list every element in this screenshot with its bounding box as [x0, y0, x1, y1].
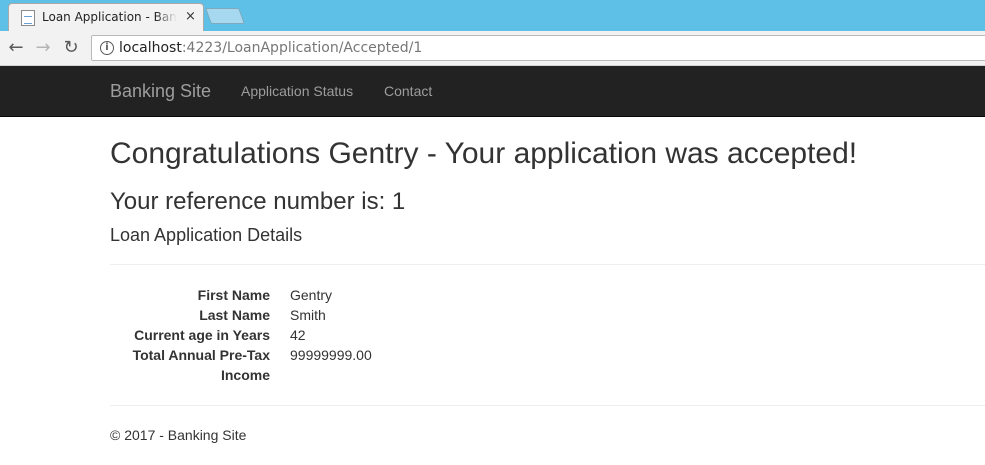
- detail-label: Total Annual Pre-Tax: [132, 347, 270, 363]
- browser-tab-strip: Loan Application - Banking Site ×: [0, 0, 985, 31]
- back-icon[interactable]: ←: [5, 37, 27, 59]
- detail-value: 99999999.00: [290, 347, 372, 363]
- url-host: localhost: [119, 40, 182, 56]
- nav-link-contact[interactable]: Contact: [384, 83, 432, 99]
- divider: [110, 264, 985, 265]
- brand-link[interactable]: Banking Site: [110, 81, 211, 102]
- tab-title: Loan Application - Banking Site: [42, 10, 177, 24]
- detail-value: Gentry: [290, 287, 333, 303]
- url-text: localhost:4223/LoanApplication/Accepted/…: [119, 40, 422, 56]
- detail-value: 42: [290, 327, 306, 343]
- detail-row: Last Name Smith: [110, 305, 510, 325]
- detail-label: Last Name: [199, 307, 270, 323]
- browser-toolbar: ← → ↻ i localhost:4223/LoanApplication/A…: [0, 31, 985, 66]
- reload-icon[interactable]: ↻: [60, 37, 82, 59]
- detail-label: First Name: [197, 287, 270, 303]
- details-title: Loan Application Details: [110, 225, 303, 245]
- footer-text: © 2017 - Banking Site: [110, 427, 247, 443]
- detail-label: Income: [220, 367, 270, 383]
- detail-row: First Name Gentry: [110, 285, 510, 305]
- page-favicon-icon: [21, 10, 35, 26]
- close-tab-icon[interactable]: ×: [185, 9, 196, 24]
- site-navbar: Banking Site Application Status Contact: [0, 66, 985, 117]
- address-bar[interactable]: i localhost:4223/LoanApplication/Accepte…: [91, 35, 985, 61]
- detail-value: Smith: [290, 307, 326, 323]
- detail-row: Income: [110, 365, 510, 385]
- browser-tab[interactable]: Loan Application - Banking Site ×: [8, 3, 204, 31]
- new-tab-button[interactable]: [205, 8, 245, 24]
- site-info-icon[interactable]: i: [100, 41, 114, 55]
- detail-row: Total Annual Pre-Tax 99999999.00: [110, 345, 510, 365]
- details-list: First Name Gentry Last Name Smith Curren…: [110, 285, 510, 385]
- nav-link-application-status[interactable]: Application Status: [241, 83, 353, 99]
- url-path: :4223/LoanApplication/Accepted/1: [181, 40, 423, 56]
- detail-label: Current age in Years: [134, 327, 270, 343]
- reference-number: Your reference number is: 1: [110, 188, 406, 215]
- detail-row: Current age in Years 42: [110, 325, 510, 345]
- forward-icon[interactable]: →: [32, 37, 54, 59]
- footer-divider: [110, 405, 985, 406]
- page-title: Congratulations Gentry - Your applicatio…: [110, 137, 858, 170]
